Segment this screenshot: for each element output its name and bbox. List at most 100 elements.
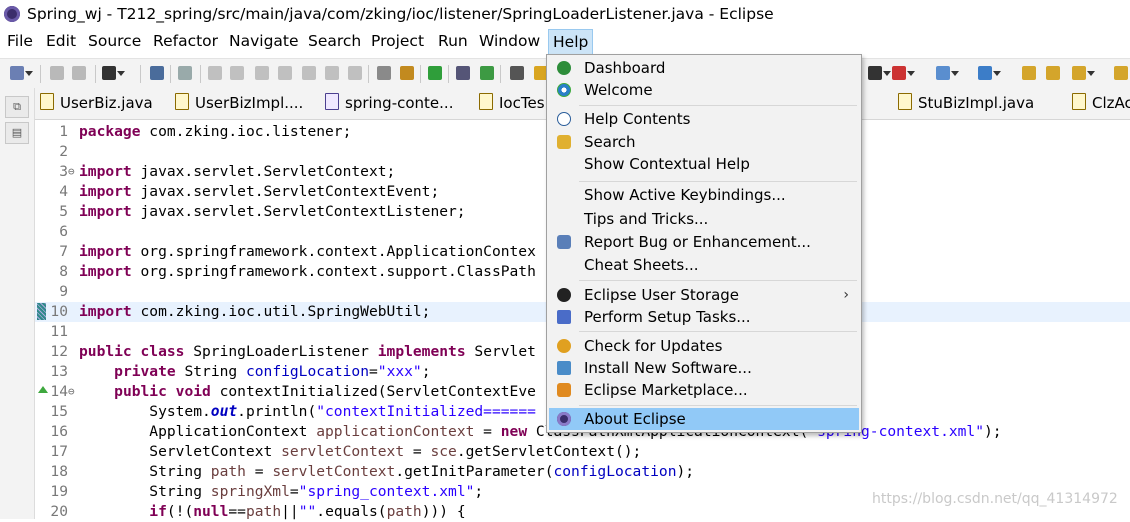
run-server-icon[interactable] (428, 66, 442, 80)
java-file-icon (40, 93, 54, 110)
help-menu-item-about-eclipse[interactable]: About Eclipse (549, 408, 859, 430)
fold-collapse-icon[interactable]: ⊖ (68, 382, 75, 402)
help-menu-label: Eclipse Marketplace... (584, 381, 748, 399)
code-line[interactable]: 18 String path = servletContext.getInitP… (35, 462, 1130, 482)
use-step-filters-icon[interactable] (400, 66, 414, 80)
menu-refactor[interactable]: Refactor (152, 30, 219, 55)
code-token: org.springframework.context.ApplicationC… (131, 243, 536, 260)
toggle-mark-icon[interactable] (456, 66, 470, 80)
restore-icon[interactable]: ⧉ (5, 96, 29, 118)
line-number: 8 (59, 263, 68, 280)
new-icon[interactable] (10, 66, 33, 80)
menu-run[interactable]: Run (437, 30, 469, 55)
editor-tab[interactable]: UserBizImpl.... (175, 88, 303, 119)
help-menu-item-check-for-updates[interactable]: Check for Updates (549, 335, 859, 357)
menu-edit[interactable]: Edit (45, 30, 77, 55)
line-number: 14 (50, 383, 68, 400)
editor-tab[interactable]: StuBizImpl.java (898, 88, 1034, 119)
code-token: .println( (237, 403, 317, 420)
profile-icon[interactable] (102, 66, 125, 80)
code-token: class (140, 343, 185, 360)
help-menu-label: Report Bug or Enhancement... (584, 233, 811, 251)
console-icon[interactable] (150, 66, 164, 80)
editor-tab-label: UserBizImpl.... (195, 94, 304, 112)
line-number: 18 (50, 463, 68, 480)
step-return-icon[interactable] (348, 66, 362, 80)
search-icon (557, 135, 571, 149)
editor-tab[interactable]: spring-conte... (325, 88, 453, 119)
help-menu-item-dashboard[interactable]: Dashboard (549, 57, 859, 79)
fold-collapse-icon[interactable]: ⊖ (68, 162, 75, 182)
run-icon[interactable] (892, 66, 915, 80)
menu-search[interactable]: Search (307, 30, 362, 55)
next-annotation-icon[interactable] (868, 66, 891, 80)
bookmark-icon[interactable] (37, 303, 46, 320)
code-token: springXml (210, 483, 290, 500)
help-menu-item-show-contextual-help[interactable]: Show Contextual Help (549, 153, 859, 175)
watermark: https://blog.csdn.net/qq_41314972 (872, 491, 1118, 507)
code-line[interactable]: 17 ServletContext servletContext = sce.g… (35, 442, 1130, 462)
line-number: 1 (59, 123, 68, 140)
open-task-2-icon[interactable] (1046, 66, 1060, 80)
title-bar: Spring_wj - T212_spring/src/main/java/co… (0, 0, 1130, 30)
save-all-icon[interactable] (72, 66, 86, 80)
history-icon[interactable] (1114, 66, 1128, 80)
code-token: private (114, 363, 176, 380)
disconnect-icon[interactable] (278, 66, 292, 80)
line-number: 13 (50, 363, 68, 380)
eclipse-icon (4, 6, 20, 22)
menu-file[interactable]: File (6, 30, 34, 55)
help-menu-item-welcome[interactable]: Welcome (549, 79, 859, 101)
terminate-icon[interactable] (255, 66, 269, 80)
package-explorer-icon[interactable]: ▤ (5, 122, 29, 144)
code-token: contextInitialized(ServletContextEve (210, 383, 536, 400)
open-type-icon[interactable] (1022, 66, 1036, 80)
help-menu-label: Perform Setup Tasks... (584, 308, 751, 326)
code-token: import (79, 183, 132, 200)
override-arrow-icon (38, 386, 48, 393)
help-menu-item-report-bug-or-enhancement[interactable]: Report Bug or Enhancement... (549, 231, 859, 253)
save-icon[interactable] (50, 66, 64, 80)
menu-navigate[interactable]: Navigate (228, 30, 300, 55)
external-tools-icon[interactable] (936, 66, 959, 80)
search-tb-icon[interactable] (1072, 66, 1095, 80)
help-menu-item-eclipse-user-storage[interactable]: Eclipse User Storage › (549, 284, 859, 306)
editor-tab[interactable]: UserBiz.java (40, 88, 153, 119)
code-token: (!( (166, 503, 194, 520)
help-menu-item-perform-setup-tasks[interactable]: Perform Setup Tasks... (549, 306, 859, 328)
code-text: import org.springframework.context.Appli… (79, 242, 536, 262)
suspend-icon[interactable] (230, 66, 244, 80)
resume-icon[interactable] (208, 66, 222, 80)
help-menu-item-cheat-sheets[interactable]: Cheat Sheets... (549, 254, 859, 276)
code-token: SpringLoaderListener (184, 343, 378, 360)
code-token: = (368, 363, 378, 380)
code-token: javax.servlet.ServletContextListener; (131, 203, 466, 220)
new-java-class-icon[interactable] (978, 66, 1001, 80)
skip-breakpoints-icon[interactable] (178, 66, 192, 80)
help-menu-item-eclipse-marketplace[interactable]: Eclipse Marketplace... (549, 379, 859, 401)
spring-icon[interactable] (480, 66, 494, 80)
code-token: javax.servlet.ServletContext; (131, 163, 396, 180)
team-sync-icon[interactable] (510, 66, 524, 80)
help-menu-label: Tips and Tricks... (584, 210, 709, 228)
menu-window[interactable]: Window (478, 30, 541, 55)
toolbar-separator (200, 65, 201, 83)
menu-separator (579, 405, 857, 406)
help-icon (557, 112, 571, 126)
step-into-icon[interactable] (302, 66, 316, 80)
menu-project[interactable]: Project (370, 30, 425, 55)
editor-tab[interactable]: IocTes (479, 88, 545, 119)
menu-source[interactable]: Source (87, 30, 142, 55)
help-menu-item-show-active-keybindings[interactable]: Show Active Keybindings... (549, 184, 859, 206)
help-menu-item-search[interactable]: Search (549, 131, 859, 153)
drop-frame-icon[interactable] (377, 66, 391, 80)
menu-help[interactable]: Help (548, 29, 594, 56)
help-menu-item-install-new-software[interactable]: Install New Software... (549, 357, 859, 379)
step-over-icon[interactable] (325, 66, 339, 80)
editor-tab[interactable]: ClzActio (1072, 88, 1130, 119)
line-number: 9 (59, 283, 68, 300)
toolbar-separator (368, 65, 369, 83)
code-token: "spring_context.xml" (298, 483, 475, 500)
help-menu-item-help-contents[interactable]: Help Contents (549, 108, 859, 130)
help-menu-item-tips-and-tricks[interactable]: Tips and Tricks... (549, 208, 859, 230)
